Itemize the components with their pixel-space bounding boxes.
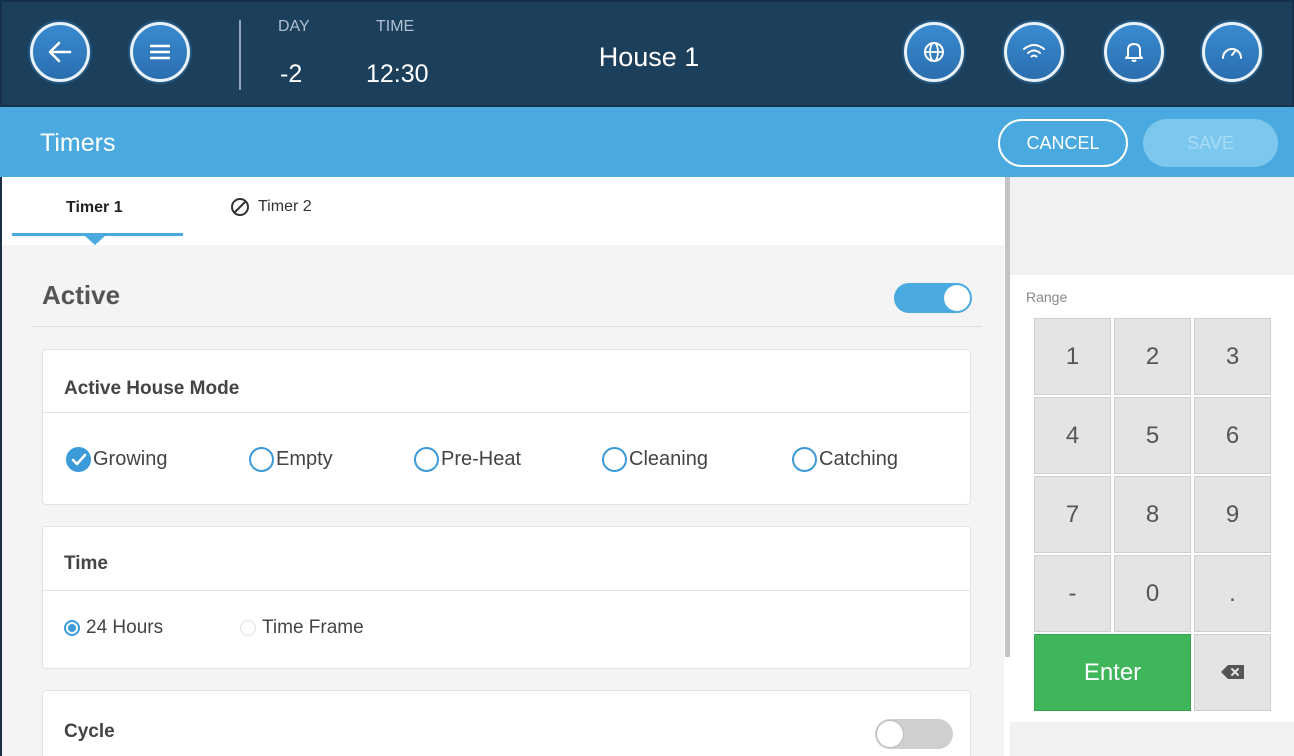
key-decimal[interactable]: .	[1194, 555, 1271, 632]
mode-option-label: Empty	[276, 448, 333, 470]
timer-tabs: Timer 1 Timer 2	[2, 177, 1004, 245]
unchecked-circle-icon	[792, 447, 817, 472]
key-0[interactable]: 0	[1114, 555, 1191, 632]
mode-option-empty[interactable]: Empty	[249, 447, 333, 472]
title-bar: Timers CANCEL SAVE	[0, 107, 1294, 177]
wifi-icon	[1022, 43, 1046, 61]
house-mode-divider	[43, 412, 970, 413]
time-heading: Time	[64, 553, 109, 574]
key-5[interactable]: 5	[1114, 397, 1191, 474]
cycle-heading: Cycle	[64, 721, 115, 742]
radio-selected-icon	[64, 620, 80, 636]
timer-settings-panel: Timer 1 Timer 2 Active Active House Mode…	[0, 177, 1004, 756]
disabled-circle-icon	[230, 197, 250, 217]
key-6[interactable]: 6	[1194, 397, 1271, 474]
time-divider	[43, 590, 970, 591]
tab-timer-2-label: Timer 2	[258, 198, 312, 215]
active-heading: Active	[42, 280, 121, 310]
time-label: TIME	[376, 18, 415, 35]
active-tab-caret	[85, 236, 105, 245]
gauge-icon	[1220, 43, 1244, 61]
alarms-button[interactable]	[1104, 22, 1164, 82]
mode-option-label: Catching	[819, 448, 898, 470]
cycle-card: Cycle	[42, 690, 971, 756]
tab-timer-1[interactable]: Timer 1	[66, 199, 123, 217]
key-1[interactable]: 1	[1034, 318, 1111, 395]
key-8[interactable]: 8	[1114, 476, 1191, 553]
key-minus[interactable]: -	[1034, 555, 1111, 632]
keypad-panel: Range 1 2 3 4 5 6 7 8 9 - 0 . Enter	[1010, 177, 1294, 756]
cancel-button[interactable]: CANCEL	[998, 119, 1128, 167]
mode-option-label: Pre-Heat	[441, 448, 522, 470]
time-option-24-hours[interactable]: 24 Hours	[64, 617, 163, 639]
network-button[interactable]	[1004, 22, 1064, 82]
unchecked-circle-icon	[414, 447, 439, 472]
tab-timer-2[interactable]: Timer 2	[230, 197, 312, 217]
radio-unselected-icon	[240, 620, 256, 636]
language-button[interactable]	[904, 22, 964, 82]
mode-option-pre-heat[interactable]: Pre-Heat	[414, 447, 521, 472]
time-option-label: 24 Hours	[86, 617, 164, 638]
unchecked-circle-icon	[602, 447, 627, 472]
house-mode-card: Active House Mode Growing Empty Pre-Heat…	[42, 349, 971, 505]
key-3[interactable]: 3	[1194, 318, 1271, 395]
checked-icon	[66, 447, 91, 472]
active-toggle[interactable]	[894, 283, 972, 313]
key-9[interactable]: 9	[1194, 476, 1271, 553]
bell-icon	[1124, 41, 1144, 63]
mode-option-cleaning[interactable]: Cleaning	[602, 447, 708, 472]
cycle-toggle[interactable]	[875, 719, 953, 749]
range-label: Range	[1026, 289, 1068, 305]
mode-option-catching[interactable]: Catching	[792, 447, 898, 472]
time-option-label: Time Frame	[262, 617, 364, 638]
page-title: Timers	[40, 129, 116, 157]
globe-icon	[923, 41, 945, 63]
top-header: DAY -2 TIME 12:30 House 1	[0, 0, 1294, 107]
house-mode-heading: Active House Mode	[64, 378, 240, 399]
time-option-time-frame[interactable]: Time Frame	[240, 617, 364, 639]
active-divider	[32, 326, 982, 327]
unchecked-circle-icon	[249, 447, 274, 472]
house-title: House 1	[598, 42, 700, 72]
dashboard-button[interactable]	[1202, 22, 1262, 82]
enter-button[interactable]: Enter	[1034, 634, 1191, 711]
key-4[interactable]: 4	[1034, 397, 1111, 474]
mode-option-label: Growing	[93, 448, 168, 470]
backspace-icon	[1220, 659, 1246, 687]
mode-option-growing[interactable]: Growing	[66, 447, 167, 472]
time-card: Time 24 Hours Time Frame	[42, 526, 971, 669]
save-button[interactable]: SAVE	[1143, 119, 1278, 167]
day-label: DAY	[278, 18, 310, 35]
key-2[interactable]: 2	[1114, 318, 1191, 395]
key-7[interactable]: 7	[1034, 476, 1111, 553]
mode-option-label: Cleaning	[629, 448, 708, 470]
backspace-button[interactable]	[1194, 634, 1271, 711]
keypad: Range 1 2 3 4 5 6 7 8 9 - 0 . Enter	[1010, 275, 1294, 722]
